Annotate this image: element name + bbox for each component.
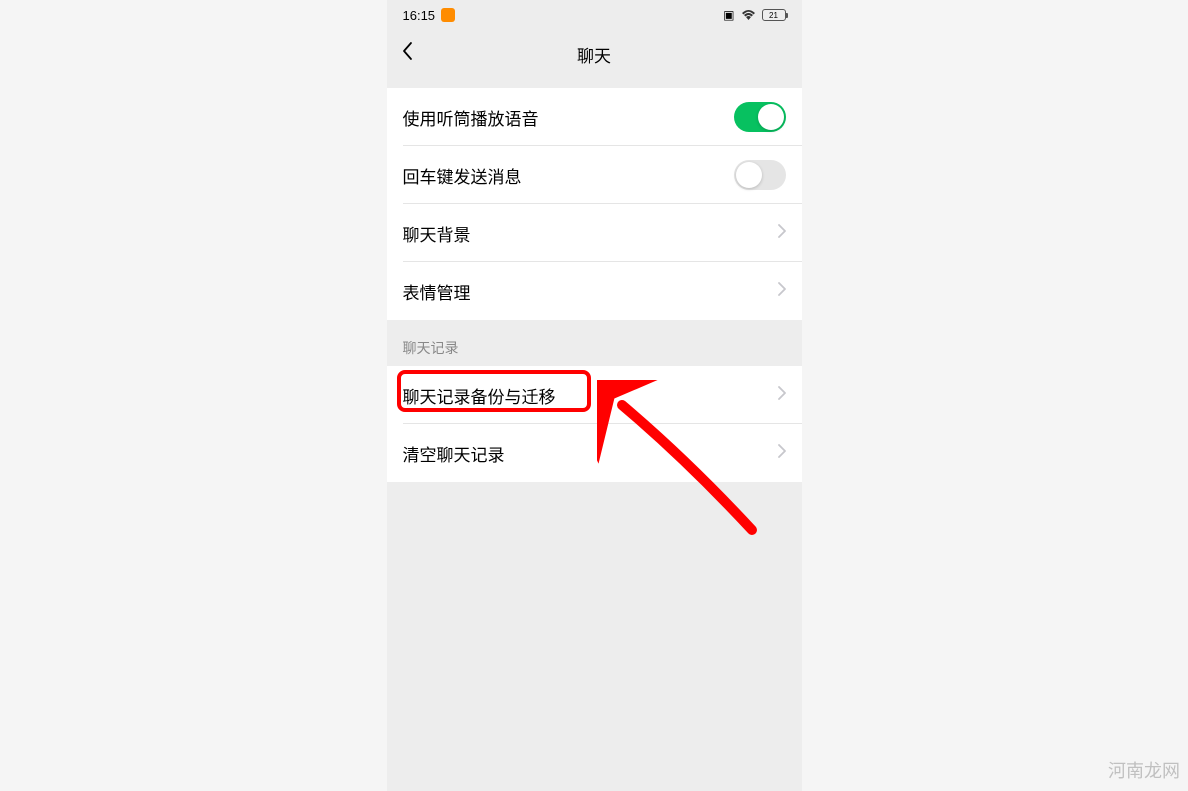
section-header-chat-records: 聊天记录	[387, 320, 802, 366]
back-button[interactable]	[401, 41, 413, 67]
row-clear-chat-history[interactable]: 清空聊天记录	[387, 424, 802, 482]
row-label: 回车键发送消息	[403, 163, 522, 188]
row-backup-migrate[interactable]: 聊天记录备份与迁移	[387, 366, 802, 424]
row-label: 使用听筒播放语音	[403, 105, 539, 130]
status-right: ▣ 21	[723, 8, 785, 23]
chevron-right-icon	[778, 224, 786, 243]
status-left: 16:15	[403, 8, 456, 23]
row-chat-background[interactable]: 聊天背景	[387, 204, 802, 262]
phone-screen: 16:15 ▣ 21 聊天 使用听筒播放语音 回车键发送消息	[387, 0, 802, 791]
row-label: 表情管理	[403, 279, 471, 304]
app-notification-icon	[441, 8, 455, 22]
settings-group-1: 使用听筒播放语音 回车键发送消息 聊天背景 表情管理	[387, 88, 802, 320]
row-label: 聊天背景	[403, 221, 471, 246]
watermark: 河南龙网	[1108, 757, 1180, 783]
nav-header: 聊天	[387, 30, 802, 78]
wifi-icon	[741, 8, 756, 23]
row-label: 清空聊天记录	[403, 441, 505, 466]
settings-group-2: 聊天记录备份与迁移 清空聊天记录	[387, 366, 802, 482]
toggle-knob	[758, 104, 784, 130]
row-sticker-management[interactable]: 表情管理	[387, 262, 802, 320]
status-bar: 16:15 ▣ 21	[387, 0, 802, 30]
battery-icon: 21	[762, 9, 786, 21]
chevron-right-icon	[778, 386, 786, 405]
chevron-right-icon	[778, 444, 786, 463]
row-enter-send[interactable]: 回车键发送消息	[387, 146, 802, 204]
chevron-right-icon	[778, 282, 786, 301]
row-earpiece-voice[interactable]: 使用听筒播放语音	[387, 88, 802, 146]
toggle-knob	[736, 162, 762, 188]
row-label: 聊天记录备份与迁移	[403, 383, 556, 408]
sim-card-icon: ▣	[723, 8, 734, 22]
page-title: 聊天	[387, 42, 802, 67]
toggle-earpiece-voice[interactable]	[734, 102, 786, 132]
status-time: 16:15	[403, 8, 436, 23]
toggle-enter-send[interactable]	[734, 160, 786, 190]
battery-level: 21	[769, 11, 778, 20]
